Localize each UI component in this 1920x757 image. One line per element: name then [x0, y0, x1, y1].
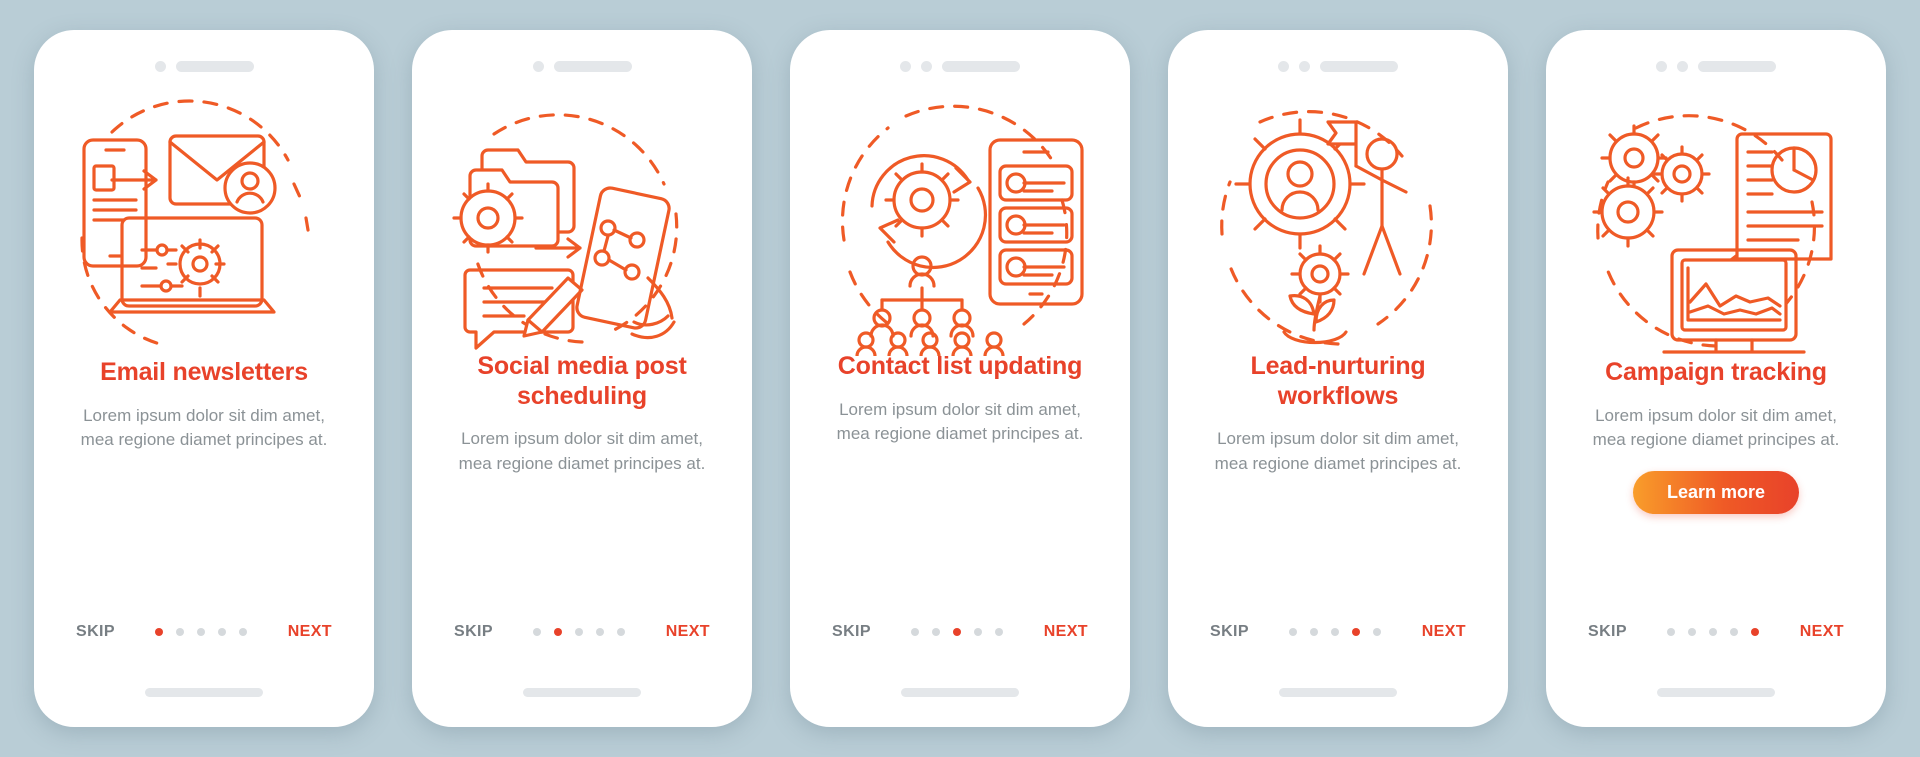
camera-dot-icon — [900, 60, 911, 72]
pagination-dots[interactable] — [1289, 628, 1382, 636]
speaker-grill-icon — [1698, 60, 1776, 72]
speaker-grill-icon — [553, 60, 632, 72]
phone-notch — [34, 40, 374, 92]
pagination-dot[interactable] — [1730, 628, 1739, 636]
onboarding-screen-contact-list-updating: Contact list updating Lorem ipsum dolor … — [790, 30, 1130, 727]
home-indicator — [1657, 688, 1775, 697]
pagination-dot[interactable] — [1667, 628, 1676, 636]
pagination-dot[interactable] — [533, 628, 542, 636]
pagination-dot[interactable] — [1688, 628, 1697, 636]
onboarding-screen-email-newsletters: Email newsletters Lorem ipsum dolor sit … — [34, 30, 374, 727]
pagination-dot[interactable] — [554, 628, 563, 636]
pagination-dots[interactable] — [155, 628, 248, 636]
onboarding-nav: SKIP NEXT — [1546, 623, 1886, 641]
pagination-dot[interactable] — [239, 628, 248, 636]
phone-notch — [790, 40, 1130, 92]
home-indicator — [145, 688, 263, 697]
next-button[interactable]: NEXT — [666, 623, 710, 641]
pagination-dot[interactable] — [1331, 628, 1340, 636]
pagination-dots[interactable] — [911, 628, 1004, 636]
home-indicator — [901, 688, 1019, 697]
pagination-dot[interactable] — [1352, 628, 1361, 636]
camera-dot-icon — [1656, 60, 1667, 72]
gears-report-chart-monitor-icon — [1566, 88, 1866, 356]
gear-refresh-contacts-hierarchy-icon — [810, 88, 1110, 356]
page-body-text: Lorem ipsum dolor sit dim amet, mea regi… — [836, 399, 1084, 444]
pagination-dot[interactable] — [596, 628, 605, 636]
page-body-text: Lorem ipsum dolor sit dim amet, mea regi… — [1214, 429, 1462, 473]
pagination-dot[interactable] — [575, 628, 584, 636]
onboarding-nav: SKIP NEXT — [34, 623, 374, 641]
pagination-dot[interactable] — [911, 628, 920, 636]
pagination-dot[interactable] — [953, 628, 962, 636]
onboarding-nav: SKIP NEXT — [790, 623, 1130, 641]
page-title: Social media post scheduling — [477, 352, 687, 410]
skip-button[interactable]: SKIP — [1588, 623, 1627, 641]
camera-dot-icon — [532, 60, 544, 72]
page-title: Email newsletters — [100, 358, 308, 386]
next-button[interactable]: NEXT — [1422, 623, 1466, 641]
speaker-grill-icon — [942, 60, 1020, 72]
next-button[interactable]: NEXT — [288, 623, 332, 641]
onboarding-screen-lead-nurturing-workflows: Lead-nurturing workflows Lorem ipsum dol… — [1168, 30, 1508, 727]
next-button[interactable]: NEXT — [1044, 623, 1088, 641]
skip-button[interactable]: SKIP — [76, 623, 115, 641]
onboarding-screen-campaign-tracking: Campaign tracking Lorem ipsum dolor sit … — [1546, 30, 1886, 727]
pagination-dot[interactable] — [218, 628, 227, 636]
phone-notch — [1546, 40, 1886, 92]
page-body-text: Lorem ipsum dolor sit dim amet, mea regi… — [80, 405, 328, 450]
pagination-dot[interactable] — [176, 628, 185, 636]
onboarding-screen-social-media-post-scheduling: Social media post scheduling Lorem ipsum… — [412, 30, 752, 727]
page-title: Campaign tracking — [1605, 358, 1827, 386]
pagination-dot[interactable] — [995, 628, 1004, 636]
pagination-dot[interactable] — [617, 628, 626, 636]
pagination-dot[interactable] — [932, 628, 941, 636]
skip-button[interactable]: SKIP — [832, 623, 871, 641]
home-indicator — [1279, 688, 1397, 697]
phone-notch — [1168, 40, 1508, 92]
learn-more-button[interactable]: Learn more — [1632, 470, 1800, 514]
pagination-dot[interactable] — [1373, 628, 1382, 636]
pagination-dot[interactable] — [1289, 628, 1298, 636]
camera-dot-icon — [154, 60, 166, 72]
pagination-dot[interactable] — [197, 628, 206, 636]
pagination-dot[interactable] — [1751, 628, 1760, 636]
speaker-grill-icon — [1320, 60, 1398, 72]
folder-gear-pencil-phone-icon — [432, 88, 732, 356]
page-title: Contact list updating — [837, 352, 1083, 380]
speaker-grill-icon — [175, 60, 254, 72]
onboarding-nav: SKIP NEXT — [1168, 623, 1508, 641]
next-button[interactable]: NEXT — [1800, 623, 1844, 641]
skip-button[interactable]: SKIP — [454, 623, 493, 641]
page-title: Lead-nurturing workflows — [1250, 352, 1426, 410]
camera-dot-icon — [1677, 60, 1688, 72]
onboarding-screens-stage: Email newsletters Lorem ipsum dolor sit … — [0, 0, 1920, 757]
page-body-text: Lorem ipsum dolor sit dim amet, mea regi… — [1592, 405, 1840, 450]
page-body-text: Lorem ipsum dolor sit dim amet, mea regi… — [458, 429, 706, 473]
pagination-dot[interactable] — [1709, 628, 1718, 636]
phone-envelope-laptop-icon — [54, 88, 354, 356]
phone-notch — [412, 40, 752, 92]
camera-dot-icon — [921, 60, 932, 72]
pagination-dots[interactable] — [1667, 628, 1760, 636]
camera-dot-icon — [1299, 60, 1310, 72]
pagination-dot[interactable] — [1310, 628, 1319, 636]
skip-button[interactable]: SKIP — [1210, 623, 1249, 641]
onboarding-nav: SKIP NEXT — [412, 623, 752, 641]
pagination-dot[interactable] — [974, 628, 983, 636]
gear-person-plant-flag-icon — [1188, 88, 1488, 356]
pagination-dot[interactable] — [155, 628, 164, 636]
camera-dot-icon — [1278, 60, 1289, 72]
home-indicator — [523, 688, 641, 697]
pagination-dots[interactable] — [533, 628, 626, 636]
